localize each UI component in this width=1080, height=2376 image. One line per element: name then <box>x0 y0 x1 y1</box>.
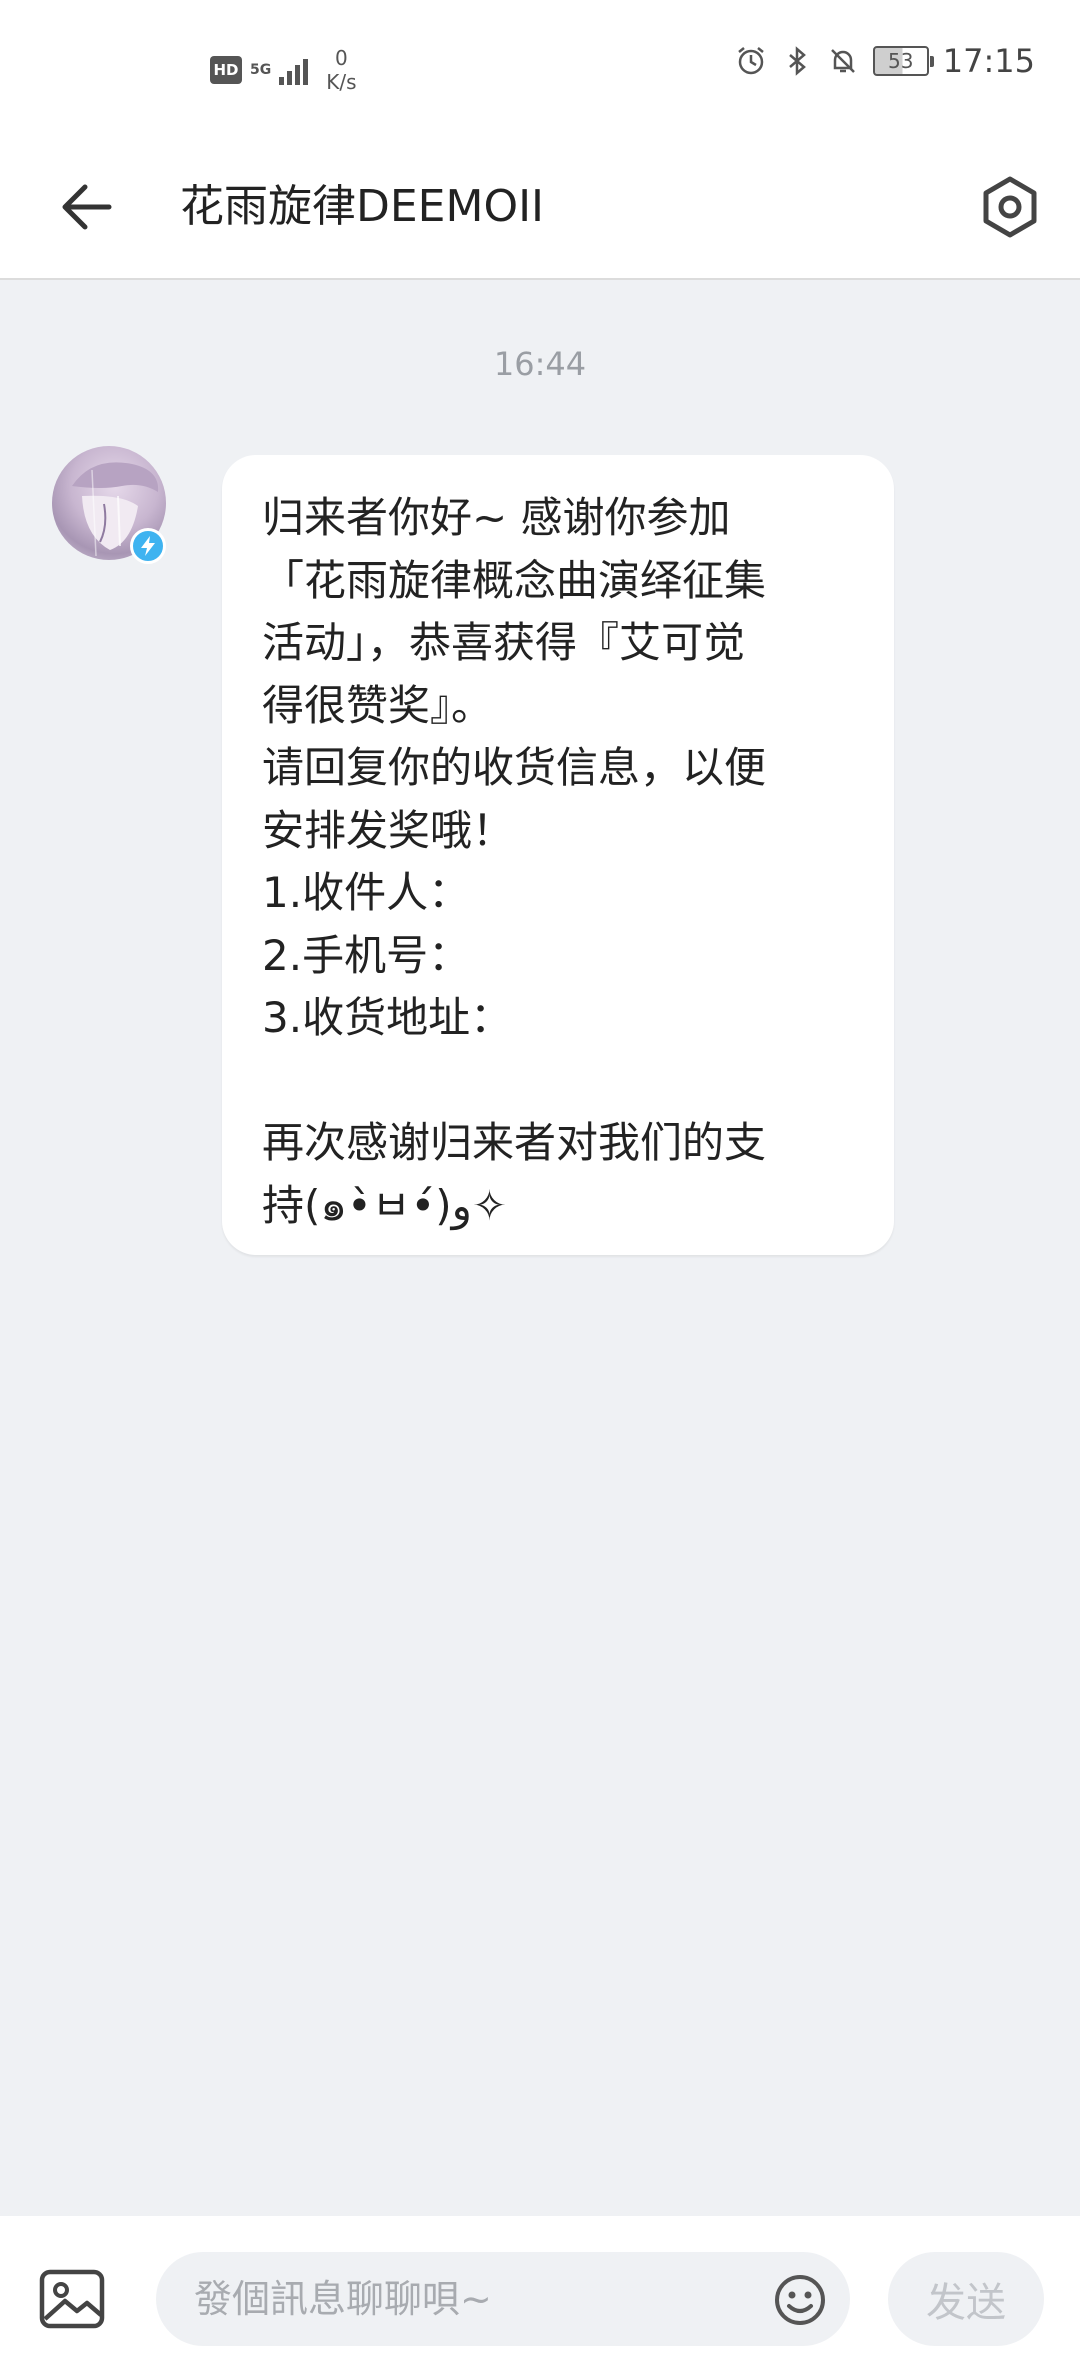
message-input[interactable] <box>156 2252 850 2346</box>
image-button[interactable] <box>36 2266 108 2332</box>
signal-icon <box>279 55 309 85</box>
message-timestamp: 16:44 <box>493 345 587 383</box>
battery-icon: 53 <box>872 46 934 76</box>
message-line: 再次感谢归来者对我们的支 <box>262 1118 767 1167</box>
alarm-icon <box>738 47 764 75</box>
arrow-left-icon <box>62 184 112 230</box>
chat-header: 花雨旋律DEEMOII <box>0 134 1080 280</box>
status-bar: HD 5G 0 K/s 53 17:15 <box>0 0 1080 134</box>
page-title: 花雨旋律DEEMOII <box>180 181 545 232</box>
smiley-icon <box>775 2275 825 2325</box>
hd-badge: HD <box>210 56 242 84</box>
message-line: 归来者你好~ 感谢你参加 <box>262 493 731 542</box>
message-line: 得很赞奖』。 <box>262 680 494 730</box>
battery-level: 53 <box>888 49 914 73</box>
message-line: 持(๑•̀ㅂ•́)و✧ <box>262 1180 508 1230</box>
verified-badge <box>130 528 166 564</box>
message-line: 请回复你的收货信息，以便 <box>262 743 767 792</box>
emoji-button[interactable] <box>772 2272 828 2328</box>
message-line: 活动」，恭喜获得『艾可觉 <box>262 618 746 667</box>
send-button[interactable]: 发送 <box>888 2252 1044 2346</box>
speed-value: 0 <box>335 46 348 70</box>
image-icon <box>39 2269 105 2329</box>
back-button[interactable] <box>50 171 122 243</box>
message-line: 3.收货地址： <box>262 993 513 1042</box>
hexagon-gear-icon <box>983 176 1037 238</box>
speed-unit: K/s <box>326 70 357 94</box>
mute-bell-icon <box>830 49 855 73</box>
bluetooth-icon <box>788 46 806 76</box>
input-bar: 发送 <box>0 2216 1080 2376</box>
lightning-icon <box>141 536 155 556</box>
message-line: 1.收件人： <box>262 868 471 917</box>
status-time: 17:15 <box>942 42 1035 80</box>
message-bubble: 归来者你好~ 感谢你参加 「花雨旋律概念曲演绎征集 活动」，恭喜获得『艾可觉 得… <box>222 455 894 1255</box>
message-line: 「花雨旋律概念曲演绎征集 <box>262 555 767 605</box>
settings-button[interactable] <box>970 167 1050 247</box>
message-line: 2.手机号： <box>262 930 471 980</box>
network-speed: 0 K/s <box>326 46 356 94</box>
status-right: 53 17:15 <box>735 42 1035 80</box>
message-line: 安排发奖哦！ <box>262 805 515 855</box>
status-left: HD 5G 0 K/s <box>210 40 357 100</box>
message-line <box>262 1050 854 1113</box>
network-type: 5G <box>250 62 272 78</box>
